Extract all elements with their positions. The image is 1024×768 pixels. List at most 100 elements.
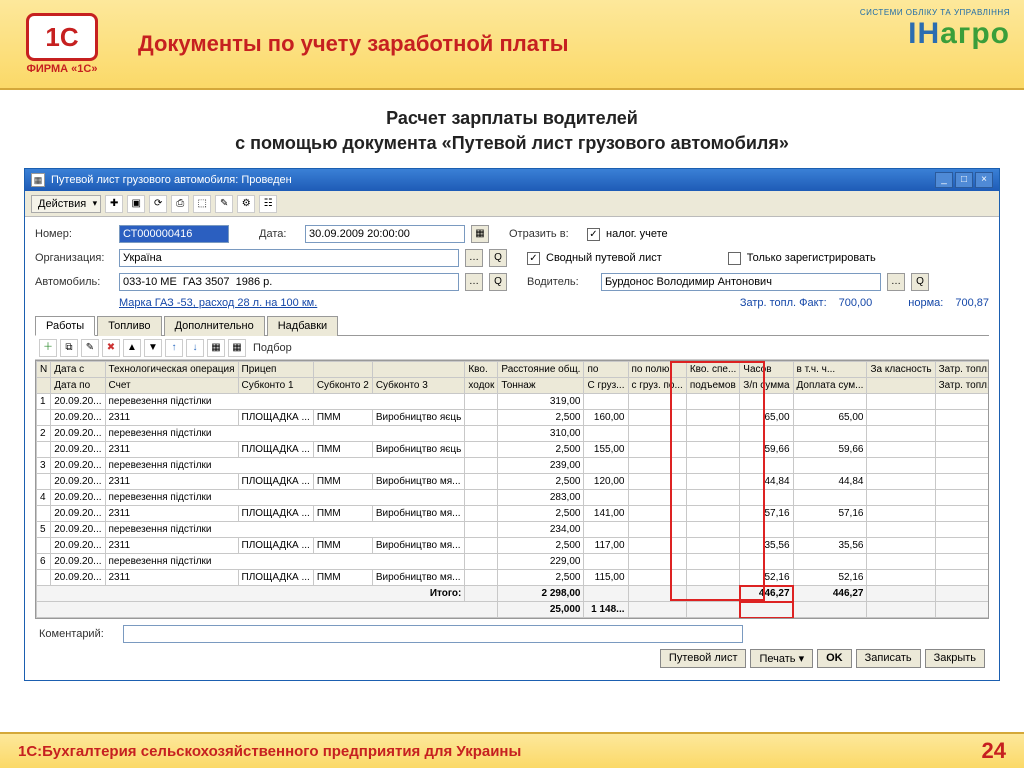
copy-row-icon[interactable]: ⧉ (60, 339, 78, 357)
org-label: Организация: (35, 252, 113, 264)
move-down-icon[interactable]: ▼ (144, 339, 162, 357)
totals-row: Итого: 2 298,00 446,27 446,27 700,865 (37, 586, 990, 602)
select-icon[interactable]: … (887, 273, 905, 291)
subtitle-1: Расчет зарплаты водителей (24, 108, 1000, 129)
tab-works[interactable]: Работы (35, 316, 95, 336)
lookup-icon[interactable]: Q (489, 249, 507, 267)
summary-checkbox[interactable]: ✓ (527, 252, 540, 265)
close-button[interactable]: × (975, 172, 993, 188)
edit-row-icon[interactable]: ✎ (81, 339, 99, 357)
mark-link[interactable]: Марка ГАЗ -53, расход 28 л. на 100 км. (119, 297, 317, 309)
table-row[interactable]: 120.09.20...перевезення підстілки319,009… (37, 394, 990, 410)
summary-checkbox-label: Сводный путевой лист (546, 252, 662, 264)
logo-1c: 1С ФИРМА «1С» (12, 4, 112, 84)
slide-header: 1С ФИРМА «1С» Документы по учету заработ… (0, 0, 1024, 90)
table-row[interactable]: 20.09.20...2311ПЛОЩАДКА ...ПММВиробництв… (37, 474, 990, 490)
auto-input[interactable] (119, 273, 459, 291)
grid-toolbar: ＋ ⧉ ✎ ✖ ▲ ▼ ↑ ↓ ▦ ▦ Подбор (35, 336, 989, 360)
tax-checkbox-label: налог. учете (606, 228, 668, 240)
comment-label: Коментарий: (39, 628, 117, 640)
toolbar-icon[interactable]: ⎙ (171, 195, 189, 213)
main-toolbar: Действия ✚ ▣ ⟳ ⎙ ⬚ ✎ ⚙ ☷ (25, 191, 999, 217)
norm-label: норма: (908, 297, 943, 309)
select-icon[interactable]: … (465, 249, 483, 267)
data-table[interactable]: N Дата с Технологическая операция Прицеп… (36, 361, 989, 618)
add-row-icon[interactable]: ＋ (39, 339, 57, 357)
toolbar-icon[interactable]: ⬚ (193, 195, 211, 213)
logo-1c-caption: ФИРМА «1С» (27, 63, 98, 75)
header-row-1: N Дата с Технологическая операция Прицеп… (37, 362, 990, 378)
driver-input[interactable] (601, 273, 881, 291)
close-form-button[interactable]: Закрыть (925, 649, 985, 668)
comment-input[interactable] (123, 625, 743, 643)
grid-icon[interactable]: ▦ (207, 339, 225, 357)
table-row[interactable]: 20.09.20...2311ПЛОЩАДКА ...ПММВиробництв… (37, 538, 990, 554)
number-label: Номер: (35, 228, 113, 240)
table-row[interactable]: 220.09.20...перевезення підстілки310,009… (37, 426, 990, 442)
inagro-tagline: СИСТЕМИ ОБЛІКУ ТА УПРАВЛІННЯ (860, 8, 1010, 17)
table-row[interactable]: 20.09.20...2311ПЛОЩАДКА ...ПММВиробництв… (37, 442, 990, 458)
number-input[interactable] (119, 225, 229, 243)
logo-inagro: СИСТЕМИ ОБЛІКУ ТА УПРАВЛІННЯ ІНагро (860, 8, 1010, 51)
subtitle-2: с помощью документа «Путевой лист грузов… (24, 133, 1000, 154)
tab-extra[interactable]: Дополнительно (164, 316, 265, 336)
toolbar-icon[interactable]: ⚙ (237, 195, 255, 213)
table-row[interactable]: 20.09.20...2311ПЛОЩАДКА ...ПММВиробництв… (37, 506, 990, 522)
auto-label: Автомобиль: (35, 276, 113, 288)
sheet-button[interactable]: Путевой лист (660, 649, 747, 668)
table-row[interactable]: 420.09.20...перевезення підстілки283,008… (37, 490, 990, 506)
table-row[interactable]: 20.09.20...2311ПЛОЩАДКА ...ПММВиробництв… (37, 410, 990, 426)
reflect-label: Отразить в: (509, 228, 581, 240)
logo-1c-icon: 1С (26, 13, 98, 61)
window-title: Путевой лист грузового автомобиля: Прове… (51, 174, 292, 186)
calendar-icon[interactable]: ▦ (471, 225, 489, 243)
slide-footer: 1С:Бухгалтерия сельскохозяйственного пре… (0, 732, 1024, 768)
select-icon[interactable]: … (465, 273, 483, 291)
slide-title: Документы по учету заработной платы (138, 31, 569, 57)
driver-label: Водитель: (527, 276, 595, 288)
org-input[interactable] (119, 249, 459, 267)
window-icon: ▦ (31, 173, 45, 187)
ok-button[interactable]: OK (817, 649, 852, 668)
toolbar-icon[interactable]: ▣ (127, 195, 145, 213)
form-footer: Коментарий: (35, 619, 989, 649)
slide-content: Расчет зарплаты водителей с помощью доку… (0, 90, 1024, 681)
toolbar-icon[interactable]: ✚ (105, 195, 123, 213)
table-row[interactable]: 20.09.20...2311ПЛОЩАДКА ...ПММВиробництв… (37, 570, 990, 586)
footer-text: 1С:Бухгалтерия сельскохозяйственного пре… (18, 743, 521, 760)
lookup-icon[interactable]: Q (489, 273, 507, 291)
print-button[interactable]: Печать ▾ (750, 649, 813, 668)
lookup-icon[interactable]: Q (911, 273, 929, 291)
totals-row-2: 25,000 1 148... 700,000 (37, 602, 990, 618)
titlebar: ▦ Путевой лист грузового автомобиля: Про… (25, 169, 999, 191)
delete-row-icon[interactable]: ✖ (102, 339, 120, 357)
page-number: 24 (982, 738, 1006, 764)
sort-down-icon[interactable]: ↓ (186, 339, 204, 357)
table-row[interactable]: 520.09.20...перевезення підстілки234,007… (37, 522, 990, 538)
tax-checkbox[interactable]: ✓ (587, 228, 600, 241)
tabs: Работы Топливо Дополнительно Надбавки (35, 315, 989, 336)
toolbar-icon[interactable]: ☷ (259, 195, 277, 213)
tab-bonus[interactable]: Надбавки (267, 316, 338, 336)
fuel-fact-label: Затр. топл. Факт: (740, 297, 827, 309)
toolbar-icon[interactable]: ✎ (215, 195, 233, 213)
header-row-2: Дата поСчет Субконто 1Субконто 2Субконто… (37, 378, 990, 394)
minimize-button[interactable]: _ (935, 172, 953, 188)
sort-up-icon[interactable]: ↑ (165, 339, 183, 357)
onlyreg-checkbox-label: Только зарегистрировать (747, 252, 876, 264)
tab-fuel[interactable]: Топливо (97, 316, 161, 336)
grid-icon[interactable]: ▦ (228, 339, 246, 357)
table-row[interactable]: 620.09.20...перевезення підстілки229,006… (37, 554, 990, 570)
actions-menu[interactable]: Действия (31, 195, 101, 213)
form-area: Номер: Дата: ▦ Отразить в: ✓ налог. учет… (25, 217, 999, 680)
move-up-icon[interactable]: ▲ (123, 339, 141, 357)
toolbar-icon[interactable]: ⟳ (149, 195, 167, 213)
save-button[interactable]: Записать (856, 649, 921, 668)
maximize-button[interactable]: □ (955, 172, 973, 188)
grid[interactable]: N Дата с Технологическая операция Прицеп… (35, 360, 989, 619)
pick-button[interactable]: Подбор (253, 342, 292, 354)
date-input[interactable] (305, 225, 465, 243)
table-row[interactable]: 320.09.20...перевезення підстілки239,007… (37, 458, 990, 474)
onlyreg-checkbox[interactable] (728, 252, 741, 265)
norm-value: 700,87 (955, 297, 989, 309)
